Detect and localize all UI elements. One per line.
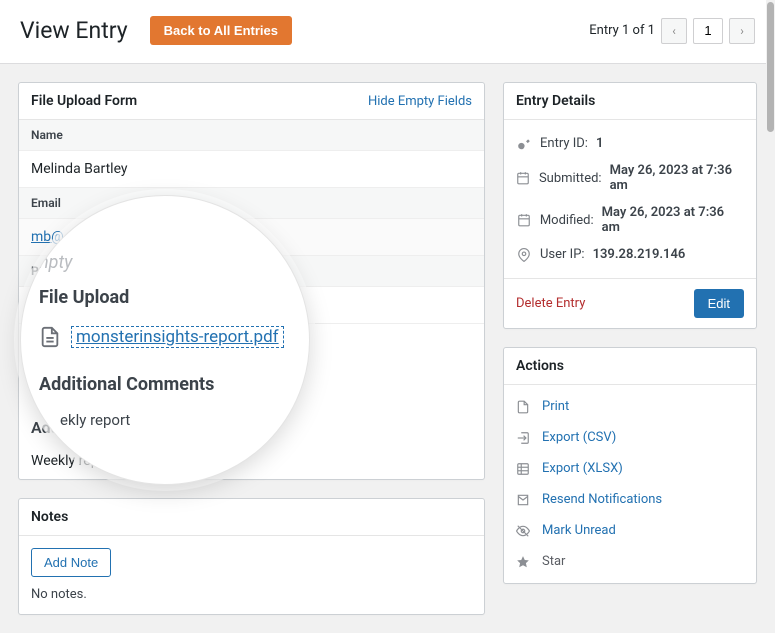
user-ip-value: 139.28.219.146 [593, 247, 686, 262]
location-icon [516, 248, 532, 262]
file-icon [39, 326, 61, 348]
action-print[interactable]: Print [504, 391, 756, 422]
magnifier-empty-text: npty [39, 252, 291, 273]
form-panel-header: File Upload Form Hide Empty Fields [19, 83, 484, 120]
export-icon [516, 431, 532, 445]
magnifier-file-upload-heading: File Upload [39, 287, 291, 308]
action-export-csv-label: Export (CSV) [542, 430, 616, 445]
entry-details-title: Entry Details [516, 93, 595, 109]
action-star-label: Star [542, 554, 565, 569]
modified-label: Modified: [540, 213, 594, 228]
action-mark-unread[interactable]: Mark Unread [504, 515, 756, 546]
notes-panel: Notes Add Note No notes. [18, 498, 485, 615]
right-column: Entry Details Entry ID: 1 Submitted: May… [503, 82, 757, 584]
action-resend[interactable]: Resend Notifications [504, 484, 756, 515]
actions-panel-header: Actions [504, 348, 756, 385]
notes-title: Notes [31, 509, 68, 525]
notes-panel-header: Notes [19, 499, 484, 536]
magnifier-file-row: monsterinsights-report.pdf [39, 326, 291, 348]
entry-details-panel: Entry Details Entry ID: 1 Submitted: May… [503, 82, 757, 329]
detail-user-ip: User IP: 139.28.219.146 [516, 241, 744, 268]
action-export-xlsx[interactable]: Export (XLSX) [504, 453, 756, 484]
mail-icon [516, 493, 532, 507]
detail-entry-id: Entry ID: 1 [516, 130, 744, 157]
back-to-entries-button[interactable]: Back to All Entries [150, 16, 292, 45]
edit-entry-button[interactable]: Edit [694, 289, 744, 318]
spreadsheet-icon [516, 462, 532, 476]
form-title: File Upload Form [31, 93, 137, 109]
entry-details-header: Entry Details [504, 83, 756, 120]
page-header: View Entry Back to All Entries Entry 1 o… [0, 0, 775, 64]
delete-entry-link[interactable]: Delete Entry [516, 296, 585, 311]
scrollbar-track [766, 0, 775, 563]
entry-id-value: 1 [596, 136, 603, 151]
magnifier-file-link[interactable]: monsterinsights-report.pdf [71, 326, 284, 348]
field-label-name: Name [19, 120, 484, 151]
page-title: View Entry [20, 17, 128, 44]
chevron-right-icon: › [740, 24, 744, 38]
action-mark-unread-label: Mark Unread [542, 523, 616, 538]
chevron-left-icon: ‹ [672, 24, 676, 38]
magnifier-comments-heading: Additional Comments [39, 374, 291, 395]
key-icon [516, 137, 532, 151]
submitted-value: May 26, 2023 at 7:36 am [610, 163, 744, 193]
print-icon [516, 400, 532, 414]
submitted-label: Submitted: [539, 171, 602, 186]
field-value-name: Melinda Bartley [19, 151, 484, 188]
user-ip-label: User IP: [540, 247, 585, 262]
page-number-input[interactable] [693, 18, 723, 44]
magnifier-comments-fragment: Weekly report [39, 411, 291, 429]
actions-title: Actions [516, 358, 564, 374]
entry-details-footer: Delete Entry Edit [504, 278, 756, 328]
field-label-email: Email [19, 188, 484, 219]
action-print-label: Print [542, 399, 569, 414]
entry-details-body: Entry ID: 1 Submitted: May 26, 2023 at 7… [504, 120, 756, 278]
prev-entry-button[interactable]: ‹ [661, 18, 687, 44]
calendar-icon [516, 213, 532, 227]
next-entry-button[interactable]: › [729, 18, 755, 44]
hide-empty-fields-link[interactable]: Hide Empty Fields [368, 94, 472, 109]
actions-body: Print Export (CSV) Export (XLSX) [504, 385, 756, 583]
action-export-xlsx-label: Export (XLSX) [542, 461, 623, 476]
notes-empty-text: No notes. [31, 587, 472, 602]
modified-value: May 26, 2023 at 7:36 am [602, 205, 744, 235]
header-right: Entry 1 of 1 ‹ › [589, 18, 755, 44]
detail-submitted: Submitted: May 26, 2023 at 7:36 am [516, 157, 744, 199]
detail-modified: Modified: May 26, 2023 at 7:36 am [516, 199, 744, 241]
magnifier-overlay: npty File Upload monsterinsights-report.… [20, 195, 310, 485]
action-export-csv[interactable]: Export (CSV) [504, 422, 756, 453]
actions-panel: Actions Print Export (CSV) [503, 347, 757, 584]
entry-id-label: Entry ID: [540, 136, 588, 151]
entry-counter: Entry 1 of 1 [589, 23, 655, 38]
eye-slash-icon [516, 524, 532, 538]
star-icon [516, 555, 532, 569]
action-star[interactable]: Star [504, 546, 756, 577]
calendar-icon [516, 171, 531, 185]
notes-body: Add Note No notes. [19, 536, 484, 614]
scrollbar-thumb[interactable] [767, 2, 774, 132]
action-resend-label: Resend Notifications [542, 492, 662, 507]
